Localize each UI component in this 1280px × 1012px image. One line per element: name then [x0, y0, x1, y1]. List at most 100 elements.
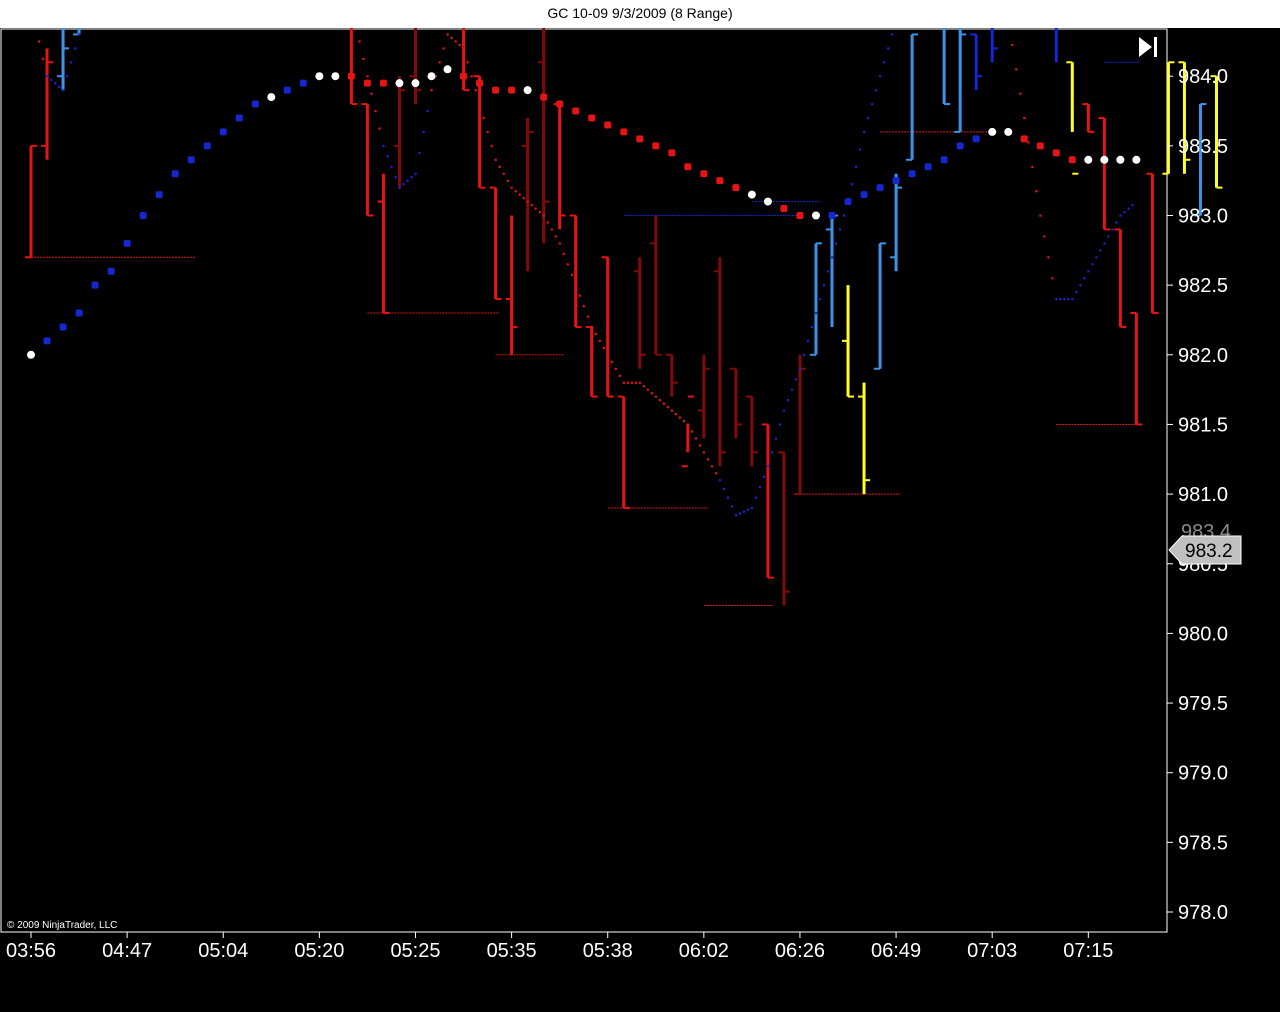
- fast-ma-point: [871, 103, 874, 106]
- fast-ma-point: [454, 40, 457, 43]
- slow-ma-point: [972, 135, 980, 143]
- slow-ma-point: [427, 72, 436, 81]
- slow-ma-point: [540, 93, 548, 101]
- fast-ma-point: [1103, 242, 1106, 245]
- slow-ma-point: [331, 72, 340, 81]
- slow-ma-point: [780, 205, 788, 213]
- fast-ma-point: [402, 183, 405, 186]
- fast-ma-point: [822, 284, 826, 287]
- slow-ma-point: [155, 191, 163, 199]
- slow-ma-point: [636, 135, 644, 143]
- fast-ma-point: [586, 315, 589, 318]
- slow-ma-point: [556, 100, 564, 108]
- fast-ma-point: [394, 176, 397, 179]
- slow-ma-point: [1116, 155, 1125, 164]
- fast-ma-point: [662, 402, 665, 405]
- fast-ma-point: [887, 47, 890, 50]
- fast-ma-point: [430, 89, 433, 92]
- fast-ma-point: [478, 103, 481, 106]
- fast-ma-point: [510, 186, 513, 189]
- slow-ma-point: [187, 156, 195, 164]
- time-tick-label: 05:35: [487, 940, 537, 962]
- fast-ma-point: [502, 172, 505, 175]
- fast-ma-point: [1095, 256, 1098, 259]
- fast-ma-point: [526, 200, 529, 203]
- fast-ma-point: [1091, 263, 1094, 266]
- time-tick-label: 07:03: [967, 940, 1017, 962]
- fast-ma-point: [70, 61, 73, 64]
- time-tick-label: 05:04: [198, 940, 248, 962]
- fast-ma-point: [758, 486, 762, 489]
- fast-ma-point: [678, 416, 682, 419]
- current-price-marker: 983.4 983.2: [1168, 521, 1242, 565]
- ohlc-bar: [1210, 75, 1223, 189]
- fast-ma-point: [554, 235, 557, 238]
- fast-ma-point: [370, 92, 373, 95]
- fast-ma-point: [450, 36, 453, 40]
- time-tick-label: 06:02: [679, 940, 729, 962]
- fast-ma-point: [518, 193, 521, 196]
- slow-ma-point: [828, 212, 836, 219]
- fast-ma-point: [462, 47, 465, 50]
- fast-ma-point: [722, 487, 726, 491]
- fast-ma-point: [382, 144, 385, 148]
- fast-ma-point: [798, 367, 802, 370]
- slow-ma-point: [668, 149, 676, 157]
- slow-ma-point: [235, 114, 243, 122]
- fast-ma-point: [891, 33, 894, 36]
- slow-ma-point: [203, 142, 211, 150]
- price-tick-label: 981.5: [1178, 414, 1228, 436]
- slow-ma-point: [588, 114, 596, 122]
- fast-ma-point: [590, 325, 593, 329]
- slow-ma-point: [27, 350, 35, 359]
- fast-ma-point: [1127, 207, 1130, 210]
- slow-ma-point: [908, 170, 916, 178]
- fast-ma-point: [46, 75, 49, 78]
- slow-ma-point: [75, 309, 83, 317]
- fast-ma-point: [486, 130, 489, 134]
- fast-ma-point: [1131, 204, 1134, 207]
- fast-ma-point: [1123, 211, 1126, 214]
- fast-ma-point: [843, 214, 846, 217]
- slow-ma-point: [363, 79, 371, 87]
- fast-ma-point: [474, 89, 477, 92]
- price-tick-label: 979.5: [1178, 693, 1228, 715]
- slow-ma-point: [476, 79, 484, 87]
- slow-ma-point: [747, 190, 756, 199]
- fast-ma-point: [1027, 141, 1030, 144]
- slow-ma-point: [59, 323, 67, 331]
- fast-ma-point: [374, 110, 377, 113]
- slow-ma-point: [379, 79, 387, 87]
- fast-ma-point: [534, 207, 537, 210]
- price-tick-label: 982.0: [1178, 345, 1228, 367]
- fast-ma-point: [1039, 214, 1042, 217]
- price-tick-label: 984.0: [1178, 66, 1228, 88]
- fast-ma-point: [74, 47, 77, 50]
- price-chart[interactable]: 978.0978.5979.0979.5980.0980.5981.0981.5…: [0, 28, 1280, 1012]
- time-tick-label: 05:38: [583, 940, 633, 962]
- fast-ma-point: [358, 40, 361, 43]
- fast-ma-point: [786, 399, 790, 402]
- fast-ma-point: [851, 183, 854, 186]
- slow-ma-point: [267, 93, 276, 102]
- fast-ma-point: [658, 399, 661, 402]
- fast-ma-point: [883, 61, 886, 64]
- fast-ma-point: [66, 75, 69, 78]
- fast-ma-point: [1031, 165, 1034, 168]
- slow-ma-point: [652, 142, 660, 150]
- fast-ma-point: [562, 252, 565, 256]
- fast-ma-point: [682, 419, 686, 423]
- chart-panel[interactable]: 978.0 978.5 979.0 979.5 980.0 980.5 981.0 981.5…: [0, 28, 1280, 1012]
- fast-ma-point: [802, 353, 806, 356]
- fast-ma-point: [666, 406, 669, 409]
- slow-ma-point: [604, 121, 612, 129]
- fast-ma-point: [1067, 298, 1070, 301]
- slow-ma-point: [844, 198, 852, 206]
- fast-ma-point: [54, 82, 57, 85]
- fast-ma-point: [774, 437, 778, 440]
- plot-area[interactable]: [0, 28, 1168, 933]
- fast-ma-point: [766, 465, 770, 468]
- fast-ma-point: [546, 221, 549, 224]
- fast-ma-point: [466, 61, 469, 64]
- fast-ma-point: [650, 392, 653, 395]
